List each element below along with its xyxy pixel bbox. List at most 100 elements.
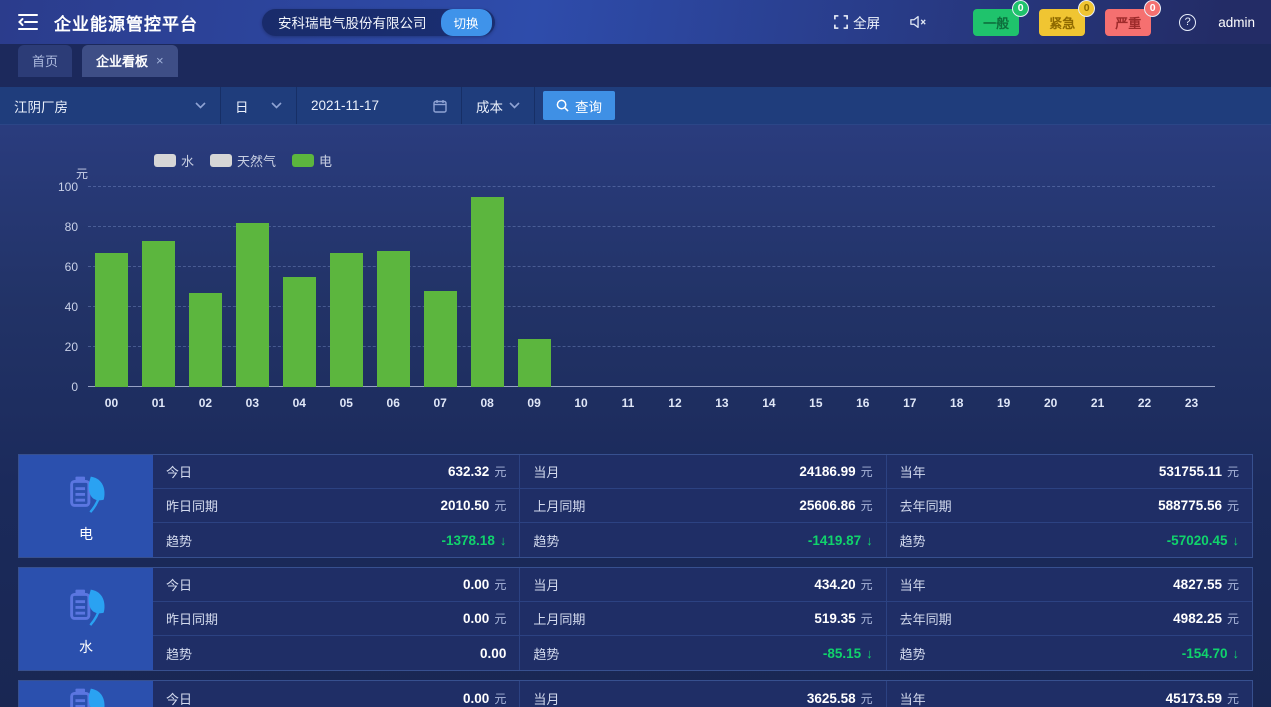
energy-card-grid: 今日0.00元昨日同期0.00元趋势0.00当月434.20元上月同期519.3…	[153, 568, 1252, 670]
unit-label: 元	[494, 610, 506, 627]
app-title: 企业能源管控平台	[54, 10, 198, 35]
legend-item-gas[interactable]: 天然气	[210, 151, 276, 170]
metric-label: 当月	[533, 575, 559, 594]
legend-item-electric[interactable]: 电	[292, 151, 332, 170]
card-column: 当月24186.99元上月同期25606.86元趋势-1419.87↓	[519, 455, 885, 557]
legend-label: 电	[319, 151, 332, 170]
unit-label: 元	[494, 463, 506, 480]
card-column: 今日0.00元	[153, 681, 519, 707]
y-tick: 20	[32, 340, 78, 354]
metric-select[interactable]: 成本	[462, 87, 535, 124]
metric-value: 3625.58	[807, 691, 856, 706]
bar-hour-06[interactable]	[377, 251, 410, 387]
metric-label: 趋势	[166, 531, 192, 550]
alarm-chip-critical[interactable]: 严重0	[1105, 9, 1151, 36]
unit-label: 元	[1227, 610, 1239, 627]
metric-value: 519.35	[814, 611, 855, 626]
y-tick: 40	[32, 300, 78, 314]
metric-label: 趋势	[900, 531, 926, 550]
energy-card-label: 电	[79, 524, 93, 544]
bar-hour-07[interactable]	[424, 291, 457, 387]
metric-value-group: 25606.86元	[799, 497, 872, 514]
alarm-chip-general[interactable]: 一般0	[973, 9, 1019, 36]
switch-company-button[interactable]: 切换	[441, 9, 492, 36]
metric-value: 0.00	[480, 646, 506, 661]
table-row: 当月24186.99元	[520, 455, 885, 489]
collapse-menu-icon[interactable]	[16, 10, 40, 34]
metric-label: 去年同期	[900, 609, 952, 628]
chevron-down-icon	[509, 102, 520, 109]
tab-label: 企业看板	[96, 51, 148, 70]
metric-value-group: 2010.50元	[441, 497, 507, 514]
metric-value-group: 0.00元	[463, 690, 506, 707]
alarm-count-badge: 0	[1078, 0, 1095, 17]
x-tick: 03	[229, 396, 276, 410]
metric-value: 25606.86	[799, 498, 855, 513]
trend-down-icon: ↓	[1233, 533, 1240, 548]
battery-leaf-icon	[63, 582, 109, 628]
x-tick: 01	[135, 396, 182, 410]
alarm-chip-urgent[interactable]: 紧急0	[1039, 9, 1085, 36]
site-select-value: 江阴厂房	[14, 96, 68, 116]
query-button[interactable]: 查询	[543, 91, 615, 120]
x-tick: 07	[417, 396, 464, 410]
energy-summary-cards: 电今日632.32元昨日同期2010.50元趋势-1378.18↓当月24186…	[18, 454, 1253, 707]
metric-value: 45173.59	[1166, 691, 1222, 706]
x-tick: 22	[1121, 396, 1168, 410]
help-icon[interactable]: ?	[1179, 14, 1196, 31]
legend-item-water[interactable]: 水	[154, 151, 194, 170]
enterprise-energy-dashboard: 企业能源管控平台 安科瑞电气股份有限公司 切换 全屏 一般0紧急0严重0	[0, 0, 1271, 707]
search-icon	[556, 99, 569, 112]
legend-label: 水	[181, 151, 194, 170]
energy-card-2: 今日0.00元当月3625.58元当年45173.59元	[18, 680, 1253, 707]
gridline	[88, 186, 1215, 187]
bar-hour-08[interactable]	[471, 197, 504, 387]
metric-label: 趋势	[900, 644, 926, 663]
metric-value-group: 531755.11元	[1159, 463, 1239, 480]
metric-value: -85.15	[823, 646, 861, 661]
metric-value-group: 4982.25元	[1173, 610, 1239, 627]
metric-label: 当年	[900, 575, 926, 594]
metric-label: 上月同期	[533, 496, 585, 515]
tab-0[interactable]: 首页	[18, 45, 72, 77]
period-select[interactable]: 日	[221, 87, 297, 124]
table-row: 今日632.32元	[153, 455, 519, 489]
metric-value-group: 0.00	[480, 646, 506, 661]
chart-plot-area: 0204060801000001020304050607080910111213…	[88, 187, 1215, 387]
bar-hour-02[interactable]	[189, 293, 222, 387]
metric-value: 434.20	[814, 577, 855, 592]
fullscreen-button[interactable]: 全屏	[834, 12, 880, 32]
tab-1[interactable]: 企业看板 ×	[82, 45, 178, 77]
card-column: 今日0.00元昨日同期0.00元趋势0.00	[153, 568, 519, 670]
bar-hour-00[interactable]	[95, 253, 128, 387]
metric-value-group: 3625.58元	[807, 690, 873, 707]
bar-hour-05[interactable]	[330, 253, 363, 387]
table-row: 趋势-154.70↓	[887, 636, 1252, 670]
x-tick: 19	[980, 396, 1027, 410]
bar-hour-09[interactable]	[518, 339, 551, 387]
username[interactable]: admin	[1218, 15, 1255, 30]
bar-hour-01[interactable]	[142, 241, 175, 387]
x-tick: 23	[1168, 396, 1215, 410]
metric-label: 趋势	[166, 644, 192, 663]
metric-value: 531755.11	[1159, 464, 1222, 479]
unit-label: 元	[861, 610, 873, 627]
table-row: 当月434.20元	[520, 568, 885, 602]
metric-value: 632.32	[448, 464, 489, 479]
unit-label: 元	[1227, 576, 1239, 593]
mute-speaker-icon[interactable]	[910, 15, 927, 29]
site-select[interactable]: 江阴厂房	[0, 87, 221, 124]
table-row: 昨日同期2010.50元	[153, 489, 519, 523]
x-tick: 13	[698, 396, 745, 410]
y-tick: 60	[32, 260, 78, 274]
query-button-label: 查询	[575, 96, 602, 116]
x-tick: 20	[1027, 396, 1074, 410]
trend-down-icon: ↓	[500, 533, 507, 548]
bar-hour-03[interactable]	[236, 223, 269, 387]
bar-hour-04[interactable]	[283, 277, 316, 387]
date-picker[interactable]: 2021-11-17	[297, 87, 462, 124]
x-tick: 02	[182, 396, 229, 410]
unit-label: 元	[861, 463, 873, 480]
unit-label: 元	[1227, 690, 1239, 707]
close-icon[interactable]: ×	[156, 53, 164, 68]
